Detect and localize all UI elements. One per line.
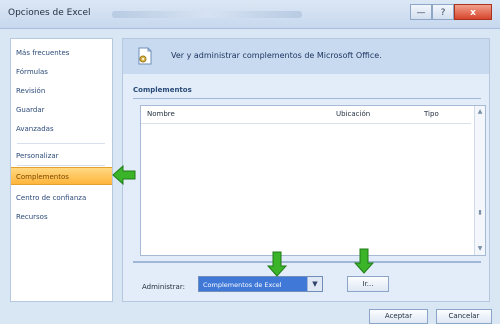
addins-list[interactable]: Nombre Ubicación Tipo ▲ ▮ ▼	[140, 105, 486, 256]
close-button[interactable]: x	[454, 4, 492, 20]
addins-panel: Ver y administrar complementos de Micros…	[122, 38, 490, 302]
panel-header: Ver y administrar complementos de Micros…	[123, 39, 489, 74]
sidebar-item-revision[interactable]: Revisión	[11, 82, 112, 100]
manage-divider	[133, 261, 481, 263]
manage-select-value: Complementos de Excel	[203, 281, 282, 289]
cancel-button[interactable]: Cancelar	[436, 309, 492, 324]
manage-select[interactable]: Complementos de Excel ▼	[198, 276, 323, 292]
document-gear-icon	[138, 47, 152, 65]
column-nombre: Nombre	[147, 110, 175, 118]
sidebar-item-label: Fórmulas	[16, 68, 48, 76]
sidebar-item-label: Recursos	[16, 213, 48, 221]
sidebar-item-label: Revisión	[16, 87, 46, 95]
column-tipo: Tipo	[424, 110, 439, 118]
sidebar-item-complementos[interactable]: Complementos	[11, 167, 112, 185]
minimize-button[interactable]: —	[410, 4, 432, 20]
sidebar-divider	[17, 165, 105, 166]
sidebar-item-label: Centro de confianza	[16, 194, 87, 202]
scroll-thumb-icon[interactable]: ▮	[477, 209, 483, 217]
go-button[interactable]: Ir...	[347, 276, 389, 292]
chevron-down-icon[interactable]: ▼	[307, 277, 322, 291]
window-title: Opciones de Excel	[8, 8, 91, 18]
sidebar-item-avanzadas[interactable]: Avanzadas	[11, 120, 112, 138]
title-bar-decor	[112, 11, 302, 18]
sidebar-item-guardar[interactable]: Guardar	[11, 101, 112, 119]
sidebar-item-label: Más frecuentes	[16, 49, 70, 57]
section-title: Complementos	[133, 86, 192, 94]
excel-options-window: Opciones de Excel — ? x Más frecuentes F…	[0, 0, 500, 324]
sidebar-item-label: Guardar	[16, 106, 45, 114]
sidebar-divider	[17, 143, 105, 144]
sidebar-item-recursos[interactable]: Recursos	[11, 208, 112, 226]
sidebar-item-label: Personalizar	[16, 152, 59, 160]
maximize-button[interactable]: ?	[432, 4, 454, 20]
sidebar-item-mas-frecuentes[interactable]: Más frecuentes	[11, 44, 112, 62]
list-header-divider	[141, 123, 471, 124]
sidebar-item-centro-de-confianza[interactable]: Centro de confianza	[11, 189, 112, 207]
sidebar-item-personalizar[interactable]: Personalizar	[11, 147, 112, 165]
scroll-down-icon[interactable]: ▼	[476, 245, 484, 253]
scroll-up-icon[interactable]: ▲	[476, 108, 484, 116]
column-ubicacion: Ubicación	[336, 110, 371, 118]
manage-label: Administrar:	[142, 283, 185, 291]
sidebar-item-formulas[interactable]: Fórmulas	[11, 63, 112, 81]
section-divider	[133, 98, 481, 99]
sidebar-item-label: Avanzadas	[16, 125, 54, 133]
green-arrow-icon	[353, 248, 375, 274]
options-sidebar: Más frecuentes Fórmulas Revisión Guardar…	[10, 38, 113, 302]
accept-button[interactable]: Aceptar	[369, 309, 428, 324]
vertical-scrollbar[interactable]: ▲ ▮ ▼	[474, 106, 485, 255]
window-controls: — ? x	[410, 4, 492, 20]
sidebar-item-label: Complementos	[16, 173, 69, 181]
green-arrow-icon	[112, 164, 136, 186]
panel-header-text: Ver y administrar complementos de Micros…	[171, 51, 382, 60]
green-arrow-icon	[266, 251, 288, 277]
title-bar: Opciones de Excel — ? x	[0, 0, 500, 29]
